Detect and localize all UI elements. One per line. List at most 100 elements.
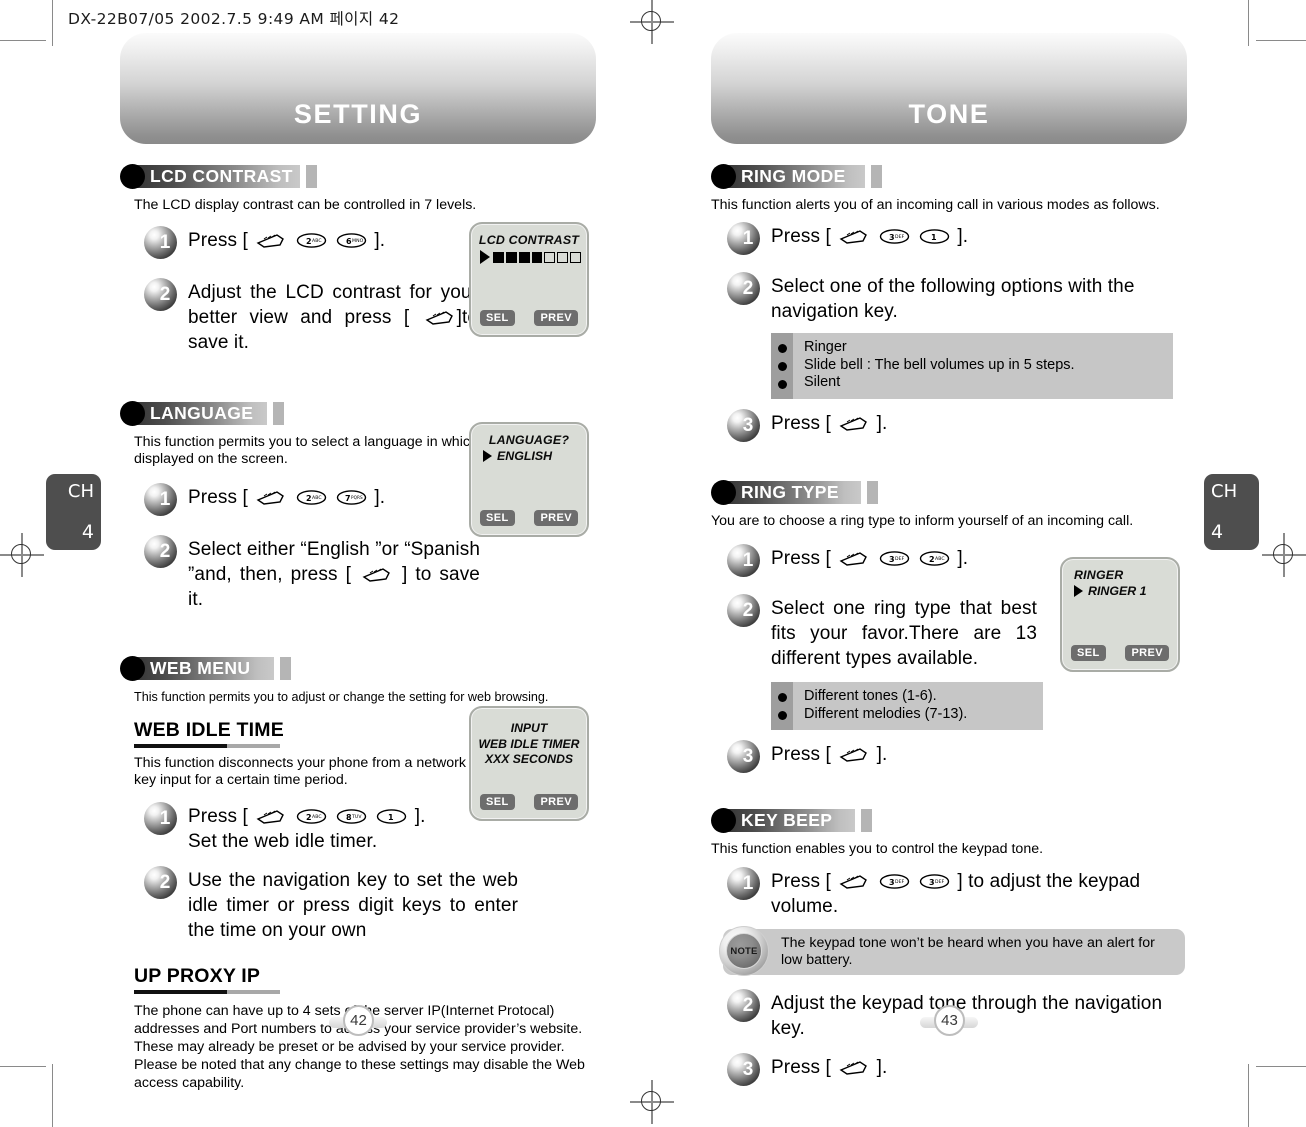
subsection-underline (134, 744, 280, 748)
step-text: Press [ 3 DEF 3 DEF ] to adjust the keypad… (771, 869, 1187, 919)
bullet-circle-icon (711, 164, 736, 189)
section-header-tail (861, 809, 872, 832)
page-banner-tone: TONE (711, 33, 1187, 144)
page-number-value: 43 (934, 1005, 965, 1036)
svg-text:3: 3 (889, 233, 895, 242)
select-key-icon (838, 228, 869, 245)
softkey-sel[interactable]: SEL (480, 310, 515, 326)
step-number-badge: 3 (727, 409, 764, 442)
bullet-icon (777, 692, 787, 702)
step-text-prefix: Press [ (771, 1057, 831, 1078)
lcd-line-text: ENGLISH (497, 449, 553, 463)
step-item: 2 Select one of the following options wi… (727, 272, 1187, 324)
chapter-tab-label: CH (67, 481, 94, 502)
softkey-prev[interactable]: PREV (1125, 645, 1169, 661)
step-number-badge: 1 (144, 802, 181, 835)
lcd-screen-ringer: RINGER RINGER 1 SEL PREV (1060, 557, 1180, 672)
section-description: This function permits you to adjust or c… (134, 690, 549, 704)
step-text: Adjust the LCD contrast for your better … (188, 280, 478, 355)
step-text: Press [ 3 DEF 1 ]. (771, 224, 1187, 249)
step-text-prefix: Press [ (188, 230, 248, 251)
step-number-badge: 2 (727, 989, 764, 1022)
step-text-bracket-open: [ (403, 307, 410, 328)
section-description: This function enables you to control the… (711, 841, 1044, 857)
step-number: 1 (159, 807, 171, 829)
step-number: 1 (742, 549, 754, 571)
manual-page: DX-22B07/05 2002.7.5 9:49 AM 페이지 42 CH 4… (0, 0, 1306, 1127)
bullet-circle-icon (711, 808, 736, 833)
svg-text:ABC: ABC (312, 238, 322, 244)
bullet-circle-icon (120, 164, 145, 189)
key-3def-icon: 3 DEF (919, 873, 950, 890)
svg-text:DEF: DEF (895, 556, 905, 562)
softkey-prev[interactable]: PREV (534, 310, 578, 326)
step-item: 2 Use the navigation key to set the web … (144, 866, 596, 943)
option-item: Ringer (804, 339, 847, 355)
select-key-icon (838, 415, 869, 432)
option-item: Different tones (1-6). (804, 688, 937, 704)
step-number: 3 (742, 414, 754, 436)
softkey-prev[interactable]: PREV (534, 510, 578, 526)
lcd-line3: XXX SECONDS (484, 752, 574, 766)
select-key-icon (838, 746, 869, 763)
step-number-badge: 1 (144, 226, 181, 259)
svg-text:2: 2 (306, 494, 312, 503)
lcd-screen-language: LANGUAGE? ENGLISH SEL PREV (469, 422, 589, 537)
options-text-column: Different tones (1-6). Different melodie… (793, 682, 1043, 730)
step-text: Press [ ]. (771, 411, 1187, 436)
key-1-icon: 1 (919, 228, 950, 245)
svg-text:7: 7 (345, 494, 351, 503)
section-header-bar: LANGUAGE (132, 402, 267, 425)
step-item: 3 Press [ ]. (727, 1053, 1187, 1091)
crop-mark-vertical-bottomleft (52, 1064, 53, 1127)
step-text-prefix: Press [ (771, 226, 831, 247)
step-item: 2 Select either “English ”or “Spanish ”a… (144, 535, 596, 612)
svg-text:3: 3 (929, 878, 935, 887)
step-item: 3 Press [ ]. (727, 409, 1187, 447)
note-box: NOTE The keypad tone won’t be heard when… (719, 926, 1185, 976)
softkey-sel[interactable]: SEL (1071, 645, 1106, 661)
lcd-cursor-arrow-icon (483, 450, 492, 462)
step-text-prefix: Press [ (188, 806, 248, 827)
step-number-badge: 1 (727, 544, 764, 577)
step-number: 1 (159, 231, 171, 253)
softkey-sel[interactable]: SEL (480, 510, 515, 526)
section-title: LANGUAGE (150, 403, 254, 423)
step-text: Adjust the keypad tone through the navig… (771, 993, 1163, 1039)
section-title: RING TYPE (741, 482, 839, 502)
chapter-tab-right: CH 4 (1204, 474, 1259, 550)
key-2abc-icon: 2 ABC (296, 808, 327, 825)
step-text-suffix: ]. (876, 1057, 888, 1078)
key-3def-icon: 3 DEF (879, 873, 910, 890)
lcd-screen-web-idle-timer: INPUT WEB IDLE TIMER XXX SECONDS SEL PRE… (469, 706, 589, 821)
scan-header-text: DX-22B07/05 2002.7.5 9:49 AM 페이지 42 (68, 10, 400, 28)
step-number-badge: 2 (144, 866, 181, 899)
section-description: The LCD display contrast can be controll… (134, 197, 477, 213)
crop-mark-horizontal-bottomright (1256, 1066, 1306, 1067)
select-key-icon (838, 1059, 869, 1076)
step-text-suffix: ]. (876, 744, 888, 765)
svg-text:1: 1 (388, 813, 394, 822)
step-text: Select either “English ”or “Spanish ”and… (188, 537, 480, 612)
softkey-sel[interactable]: SEL (480, 794, 515, 810)
lcd-line2: WEB IDLE TIMER (478, 736, 580, 751)
section-header-tail (306, 165, 317, 188)
step-text: Press [ ]. (771, 742, 1187, 767)
svg-text:DEF: DEF (895, 234, 905, 240)
step-number: 1 (159, 488, 171, 510)
key-2abc-icon: 2 ABC (919, 550, 950, 567)
step-text-prefix: Press [ (771, 871, 831, 892)
step-number: 3 (742, 745, 754, 767)
softkey-prev[interactable]: PREV (534, 794, 578, 810)
step-number-badge: 2 (144, 535, 181, 568)
step-text-suffix: ]. (957, 226, 969, 247)
key-1-icon: 1 (376, 808, 407, 825)
select-key-icon (361, 566, 392, 583)
lcd-line1: INPUT (510, 721, 548, 735)
bullet-icon (777, 710, 787, 720)
select-key-icon (255, 232, 286, 249)
key-3def-icon: 3 DEF (879, 550, 910, 567)
section-header-web-menu: WEB MENU (120, 656, 596, 682)
section-title: KEY BEEP (741, 810, 833, 830)
note-badge-icon: NOTE (719, 926, 769, 976)
